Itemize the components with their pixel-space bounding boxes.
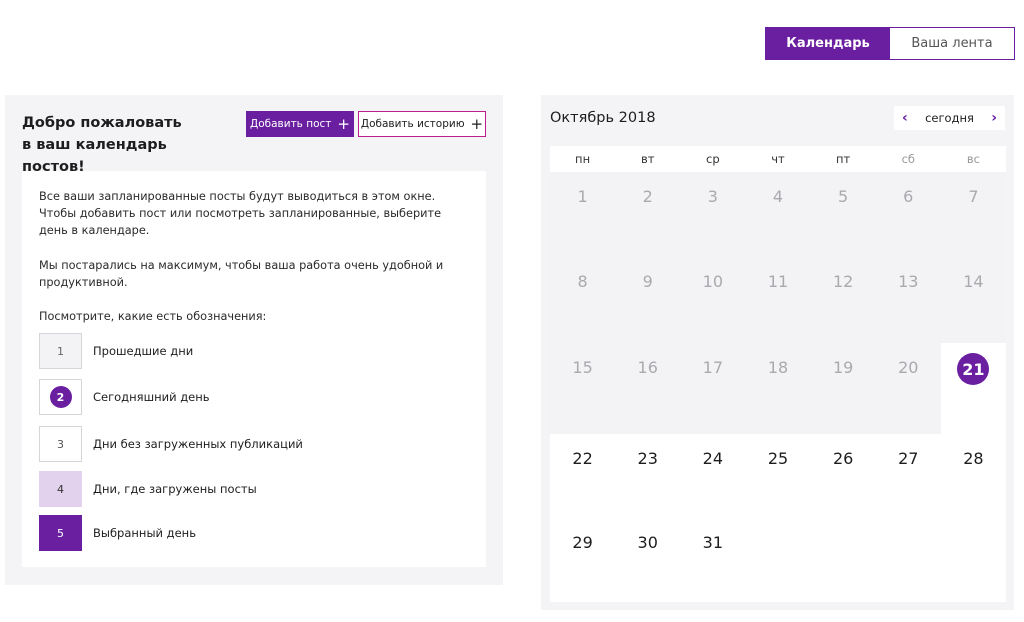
calendar-day-empty bbox=[745, 518, 811, 602]
calendar-day[interactable]: 10 bbox=[680, 257, 746, 343]
today-button[interactable]: сегодня bbox=[925, 111, 974, 125]
legend-swatch-past: 1 bbox=[39, 333, 82, 369]
calendar-grid: пн вт ср чт пт сб вс 1 2 3 4 5 6 7 8 9 10 11 12 13 14… bbox=[550, 146, 1006, 602]
add-post-label: Добавить пост bbox=[250, 118, 332, 130]
calendar-day[interactable]: 25 bbox=[745, 434, 811, 518]
calendar-day[interactable]: 1 bbox=[550, 172, 616, 257]
weekday-label: сб bbox=[901, 152, 915, 166]
add-story-button[interactable]: Добавить историю + bbox=[358, 111, 486, 137]
calendar: Октябрь 2018 ‹ сегодня › пн вт ср чт пт … bbox=[541, 95, 1014, 610]
plus-icon: + bbox=[470, 114, 484, 133]
calendar-day[interactable]: 11 bbox=[745, 257, 811, 343]
calendar-day[interactable]: 30 bbox=[615, 518, 681, 602]
legend-swatch-loaded: 4 bbox=[39, 471, 82, 507]
weekday-label: пн bbox=[575, 152, 591, 166]
calendar-week-row: 22 23 24 25 26 27 28 bbox=[550, 434, 1006, 518]
tab-calendar[interactable]: Календарь bbox=[766, 28, 890, 59]
legend-item-today: 2 Сегодняшний день bbox=[39, 379, 210, 415]
legend-swatch-selected: 5 bbox=[39, 515, 82, 551]
welcome-title: Добро пожаловать в ваш календарь постов! bbox=[22, 112, 222, 178]
plus-icon: + bbox=[337, 114, 350, 133]
calendar-day[interactable]: 7 bbox=[940, 172, 1006, 257]
weekday-label: пт bbox=[836, 152, 851, 166]
chevron-left-icon[interactable]: ‹ bbox=[902, 110, 908, 126]
info-paragraph-3: Посмотрите, какие есть обозначения: bbox=[39, 310, 267, 323]
calendar-day[interactable]: 26 bbox=[810, 434, 876, 518]
calendar-day[interactable]: 12 bbox=[810, 257, 876, 343]
today-marker: 21 bbox=[957, 353, 990, 385]
calendar-month-title: Октябрь 2018 bbox=[550, 110, 656, 126]
legend-label: Выбранный день bbox=[93, 526, 196, 540]
calendar-day[interactable]: 9 bbox=[615, 257, 681, 343]
calendar-nav: ‹ сегодня › bbox=[894, 106, 1005, 130]
calendar-day[interactable]: 29 bbox=[550, 518, 616, 602]
add-story-label: Добавить историю bbox=[360, 118, 465, 130]
calendar-day[interactable]: 27 bbox=[875, 434, 941, 518]
legend-swatch-empty: 3 bbox=[39, 426, 82, 462]
tab-your-feed[interactable]: Ваша лента bbox=[890, 28, 1014, 59]
calendar-day[interactable]: 16 bbox=[615, 343, 681, 434]
calendar-day[interactable]: 14 bbox=[940, 257, 1006, 343]
calendar-day[interactable]: 5 bbox=[810, 172, 876, 257]
welcome-title-line1: Добро пожаловать bbox=[22, 115, 182, 131]
calendar-week-row: 29 30 31 bbox=[550, 518, 1006, 602]
calendar-day[interactable]: 4 bbox=[745, 172, 811, 257]
calendar-day[interactable]: 28 bbox=[940, 434, 1006, 518]
legend-item-loaded: 4 Дни, где загружены посты bbox=[39, 471, 257, 507]
weekday-label: ср bbox=[706, 152, 720, 166]
calendar-day-today[interactable]: 21 bbox=[940, 343, 1006, 434]
calendar-day[interactable]: 17 bbox=[680, 343, 746, 434]
legend-label: Сегодняшний день bbox=[93, 390, 210, 404]
weekday-header: пн вт ср чт пт сб вс bbox=[550, 146, 1006, 172]
weekday-label: вс bbox=[966, 152, 980, 166]
legend-label: Прошедшие дни bbox=[93, 344, 194, 358]
calendar-day[interactable]: 23 bbox=[615, 434, 681, 518]
calendar-day[interactable]: 8 bbox=[550, 257, 616, 343]
calendar-day-empty bbox=[810, 518, 876, 602]
legend-label: Дни, где загружены посты bbox=[93, 482, 257, 496]
info-card: Все ваши запланированные посты будут выв… bbox=[22, 171, 486, 567]
weekday-label: чт bbox=[771, 152, 785, 166]
view-toggle: Календарь Ваша лента bbox=[765, 27, 1015, 60]
calendar-day[interactable]: 19 bbox=[810, 343, 876, 434]
calendar-day[interactable]: 20 bbox=[875, 343, 941, 434]
calendar-day[interactable]: 13 bbox=[875, 257, 941, 343]
calendar-day[interactable]: 18 bbox=[745, 343, 811, 434]
legend-label: Дни без загруженных публикаций bbox=[93, 437, 303, 451]
welcome-panel: Добро пожаловать в ваш календарь постов!… bbox=[5, 95, 503, 585]
legend-item-empty: 3 Дни без загруженных публикаций bbox=[39, 426, 303, 462]
calendar-day[interactable]: 31 bbox=[680, 518, 746, 602]
legend-swatch-today: 2 bbox=[39, 379, 82, 415]
chevron-right-icon[interactable]: › bbox=[991, 110, 997, 126]
info-paragraph-1: Все ваши запланированные посты будут выв… bbox=[39, 190, 442, 237]
today-marker: 2 bbox=[49, 386, 72, 408]
add-post-button[interactable]: Добавить пост + bbox=[246, 111, 354, 137]
calendar-day[interactable]: 3 bbox=[680, 172, 746, 257]
legend-item-past: 1 Прошедшие дни bbox=[39, 333, 193, 369]
calendar-day-empty bbox=[940, 518, 1006, 602]
legend-item-selected: 5 Выбранный день bbox=[39, 515, 196, 551]
calendar-week-row: 15 16 17 18 19 20 21 bbox=[550, 343, 1006, 434]
calendar-day[interactable]: 15 bbox=[550, 343, 616, 434]
info-paragraph-2: Мы постарались на максимум, чтобы ваша р… bbox=[39, 259, 444, 289]
calendar-week-row: 1234567 bbox=[550, 172, 1006, 257]
calendar-day[interactable]: 2 bbox=[615, 172, 681, 257]
calendar-day[interactable]: 22 bbox=[550, 434, 616, 518]
calendar-week-row: 8 9 10 11 12 13 14 bbox=[550, 257, 1006, 343]
calendar-day[interactable]: 6 bbox=[875, 172, 941, 257]
calendar-day-empty bbox=[875, 518, 941, 602]
calendar-day[interactable]: 24 bbox=[680, 434, 746, 518]
weekday-label: вт bbox=[640, 152, 655, 166]
